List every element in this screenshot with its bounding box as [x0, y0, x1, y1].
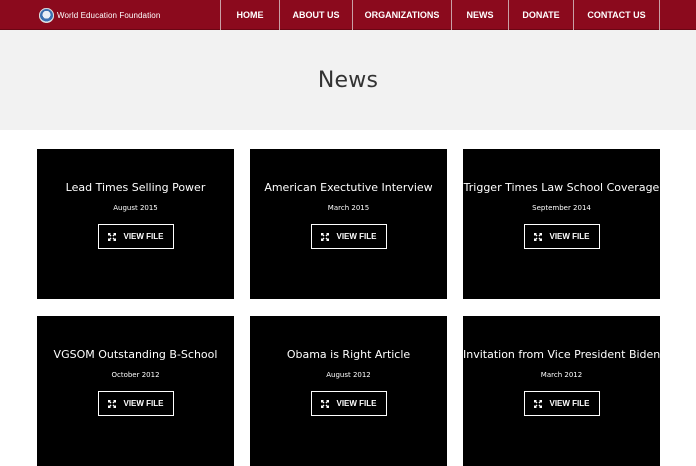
expand-icon — [533, 399, 542, 408]
nav-home[interactable]: HOME — [221, 0, 280, 30]
news-card: Invitation from Vice President Biden Mar… — [463, 316, 660, 466]
nav-donate[interactable]: DONATE — [509, 0, 574, 30]
expand-icon — [533, 232, 542, 241]
nav-about-us[interactable]: ABOUT US — [280, 0, 353, 30]
expand-icon — [107, 399, 116, 408]
nav-news[interactable]: NEWS — [452, 0, 509, 30]
news-card-date: September 2014 — [532, 204, 591, 212]
view-file-label: VIEW FILE — [123, 399, 164, 408]
news-card: American Exectutive Interview March 2015… — [250, 149, 447, 299]
view-file-button[interactable]: VIEW FILE — [310, 224, 387, 249]
news-card-title: Lead Times Selling Power — [65, 181, 206, 194]
view-file-button[interactable]: VIEW FILE — [310, 391, 387, 416]
main-nav: HOME ABOUT US ORGANIZATIONS NEWS DONATE … — [220, 0, 660, 30]
news-card: Obama is Right Article August 2012 VIEW … — [250, 316, 447, 466]
view-file-label: VIEW FILE — [336, 399, 377, 408]
nav-contact-us[interactable]: CONTACT US — [574, 0, 660, 30]
view-file-label: VIEW FILE — [549, 399, 590, 408]
news-card: VGSOM Outstanding B-School October 2012 … — [37, 316, 234, 466]
view-file-label: VIEW FILE — [123, 232, 164, 241]
news-card-date: March 2012 — [540, 371, 583, 379]
page-title: News — [317, 67, 379, 93]
site-header: World Education Foundation HOME ABOUT US… — [0, 0, 696, 30]
expand-icon — [320, 232, 329, 241]
page-header: News — [0, 30, 696, 130]
news-card: Lead Times Selling Power August 2015 VIE… — [37, 149, 234, 299]
news-card-date: October 2012 — [111, 371, 160, 379]
view-file-label: VIEW FILE — [336, 232, 377, 241]
expand-icon — [107, 232, 116, 241]
brand[interactable]: World Education Foundation — [39, 7, 160, 23]
news-card-date: March 2015 — [327, 204, 370, 212]
news-card-title: Invitation from Vice President Biden — [463, 348, 661, 361]
view-file-button[interactable]: VIEW FILE — [523, 391, 600, 416]
nav-organizations[interactable]: ORGANIZATIONS — [353, 0, 452, 30]
brand-name: World Education Foundation — [57, 10, 161, 20]
news-card-title: Obama is Right Article — [286, 348, 411, 361]
view-file-button[interactable]: VIEW FILE — [523, 224, 600, 249]
view-file-label: VIEW FILE — [549, 232, 590, 241]
view-file-button[interactable]: VIEW FILE — [97, 391, 174, 416]
news-card-date: August 2015 — [113, 204, 158, 212]
news-card-title: Trigger Times Law School Coverage — [463, 181, 660, 194]
news-card: Trigger Times Law School Coverage Septem… — [463, 149, 660, 299]
news-card-title: American Exectutive Interview — [264, 181, 433, 194]
view-file-button[interactable]: VIEW FILE — [97, 224, 174, 249]
news-card-date: August 2012 — [326, 371, 371, 379]
globe-logo-icon — [39, 7, 54, 23]
expand-icon — [320, 399, 329, 408]
news-card-title: VGSOM Outstanding B-School — [53, 348, 218, 361]
